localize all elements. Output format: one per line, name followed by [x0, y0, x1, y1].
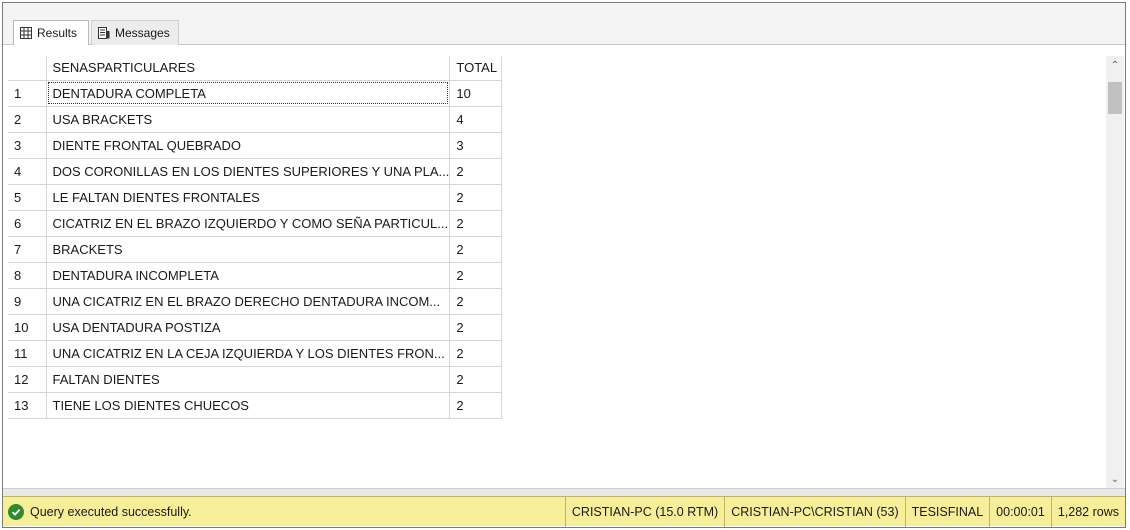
cell-total[interactable]: 2: [449, 288, 503, 315]
cell-total[interactable]: 2: [449, 392, 503, 419]
status-message: Query executed successfully.: [3, 503, 565, 520]
table-row[interactable]: 3 DIENTE FRONTAL QUEBRADO 3: [8, 132, 503, 159]
cell-total[interactable]: 2: [449, 210, 503, 237]
cell-senasparticulares[interactable]: TIENE LOS DIENTES CHUECOS: [46, 392, 451, 419]
check-icon: [8, 503, 24, 520]
cell-senasparticulares[interactable]: DENTADURA INCOMPLETA: [46, 262, 451, 289]
scroll-up-icon[interactable]: ⌃: [1106, 56, 1124, 74]
status-elapsed: 00:00:01: [989, 496, 1051, 527]
table-row[interactable]: 6 CICATRIZ EN EL BRAZO IZQUIERDO Y COMO S…: [8, 210, 503, 237]
cell-total[interactable]: 10: [449, 80, 503, 107]
row-number[interactable]: 1: [8, 80, 47, 107]
row-number[interactable]: 8: [8, 262, 47, 289]
results-grid[interactable]: SENASPARTICULARES TOTAL 1 DENTADURA COMPL…: [8, 56, 1116, 486]
tab-results-label: Results: [37, 26, 78, 40]
row-number[interactable]: 6: [8, 210, 47, 237]
scroll-down-icon[interactable]: ⌄: [1106, 470, 1124, 488]
row-number[interactable]: 11: [8, 340, 47, 367]
tab-messages-label: Messages: [115, 26, 170, 40]
table-row[interactable]: 7 BRACKETS 2: [8, 236, 503, 263]
column-header-total[interactable]: TOTAL: [449, 56, 503, 81]
status-database: TESISFINAL: [904, 496, 990, 527]
table-row[interactable]: 9 UNA CICATRIZ EN EL BRAZO DERECHO DENTAD…: [8, 288, 503, 315]
cell-total[interactable]: 2: [449, 236, 503, 263]
row-number[interactable]: 5: [8, 184, 47, 211]
table-row[interactable]: 8 DENTADURA INCOMPLETA 2: [8, 262, 503, 289]
cell-senasparticulares[interactable]: UNA CICATRIZ EN LA CEJA IZQUIERDA Y LOS …: [46, 340, 451, 367]
header-row: SENASPARTICULARES TOTAL: [8, 56, 503, 81]
row-number[interactable]: 2: [8, 106, 47, 133]
cell-total[interactable]: 4: [449, 106, 503, 133]
cell-senasparticulares[interactable]: UNA CICATRIZ EN EL BRAZO DERECHO DENTADU…: [46, 288, 451, 315]
grid-icon: [20, 27, 32, 39]
cell-total[interactable]: 2: [449, 366, 503, 393]
table-row[interactable]: 12 FALTAN DIENTES 2: [8, 366, 503, 393]
cell-senasparticulares[interactable]: DOS CORONILLAS EN LOS DIENTES SUPERIORES…: [46, 158, 451, 185]
status-bar: Query executed successfully. CRISTIAN-PC…: [3, 496, 1125, 527]
table-row[interactable]: 2 USA BRACKETS 4: [8, 106, 503, 133]
messages-icon: [98, 27, 110, 39]
row-number[interactable]: 12: [8, 366, 47, 393]
table-row[interactable]: 10 USA DENTADURA POSTIZA 2: [8, 314, 503, 341]
tab-results[interactable]: Results: [13, 20, 89, 45]
cell-senasparticulares[interactable]: LE FALTAN DIENTES FRONTALES: [46, 184, 451, 211]
splitter[interactable]: [3, 488, 1125, 496]
row-number[interactable]: 3: [8, 132, 47, 159]
vertical-scrollbar[interactable]: ⌃ ⌄: [1106, 56, 1124, 488]
cell-total[interactable]: 2: [449, 314, 503, 341]
row-number[interactable]: 13: [8, 392, 47, 419]
column-header-senasparticulares[interactable]: SENASPARTICULARES: [46, 56, 451, 81]
results-table: SENASPARTICULARES TOTAL 1 DENTADURA COMPL…: [8, 56, 503, 419]
table-row[interactable]: 1 DENTADURA COMPLETA 10: [8, 80, 503, 107]
status-message-text: Query executed successfully.: [30, 504, 192, 519]
cell-senasparticulares[interactable]: FALTAN DIENTES: [46, 366, 451, 393]
table-row[interactable]: 13 TIENE LOS DIENTES CHUECOS 2: [8, 392, 503, 419]
cell-senasparticulares[interactable]: USA BRACKETS: [46, 106, 451, 133]
table-row[interactable]: 11 UNA CICATRIZ EN LA CEJA IZQUIERDA Y LO…: [8, 340, 503, 367]
row-number[interactable]: 7: [8, 236, 47, 263]
cell-senasparticulares[interactable]: BRACKETS: [46, 236, 451, 263]
cell-total[interactable]: 2: [449, 158, 503, 185]
table-row[interactable]: 5 LE FALTAN DIENTES FRONTALES 2: [8, 184, 503, 211]
cell-total[interactable]: 2: [449, 184, 503, 211]
cell-senasparticulares[interactable]: DENTADURA COMPLETA: [46, 80, 451, 107]
results-tabstrip: Results Messages: [3, 3, 1125, 45]
cell-total[interactable]: 3: [449, 132, 503, 159]
cell-total[interactable]: 2: [449, 262, 503, 289]
row-number[interactable]: 4: [8, 158, 47, 185]
status-user: CRISTIAN-PC\CRISTIAN (53): [724, 496, 904, 527]
cell-total[interactable]: 2: [449, 340, 503, 367]
tab-messages[interactable]: Messages: [91, 20, 179, 45]
cell-senasparticulares[interactable]: DIENTE FRONTAL QUEBRADO: [46, 132, 451, 159]
row-number-header[interactable]: [8, 56, 47, 81]
table-row[interactable]: 4 DOS CORONILLAS EN LOS DIENTES SUPERIORE…: [8, 158, 503, 185]
cell-senasparticulares[interactable]: CICATRIZ EN EL BRAZO IZQUIERDO Y COMO SE…: [46, 210, 451, 237]
cell-senasparticulares[interactable]: USA DENTADURA POSTIZA: [46, 314, 451, 341]
status-server: CRISTIAN-PC (15.0 RTM): [564, 496, 724, 527]
scrollbar-thumb[interactable]: [1108, 82, 1122, 114]
row-number[interactable]: 10: [8, 314, 47, 341]
status-rows: 1,282 rows: [1050, 496, 1125, 527]
row-number[interactable]: 9: [8, 288, 47, 315]
